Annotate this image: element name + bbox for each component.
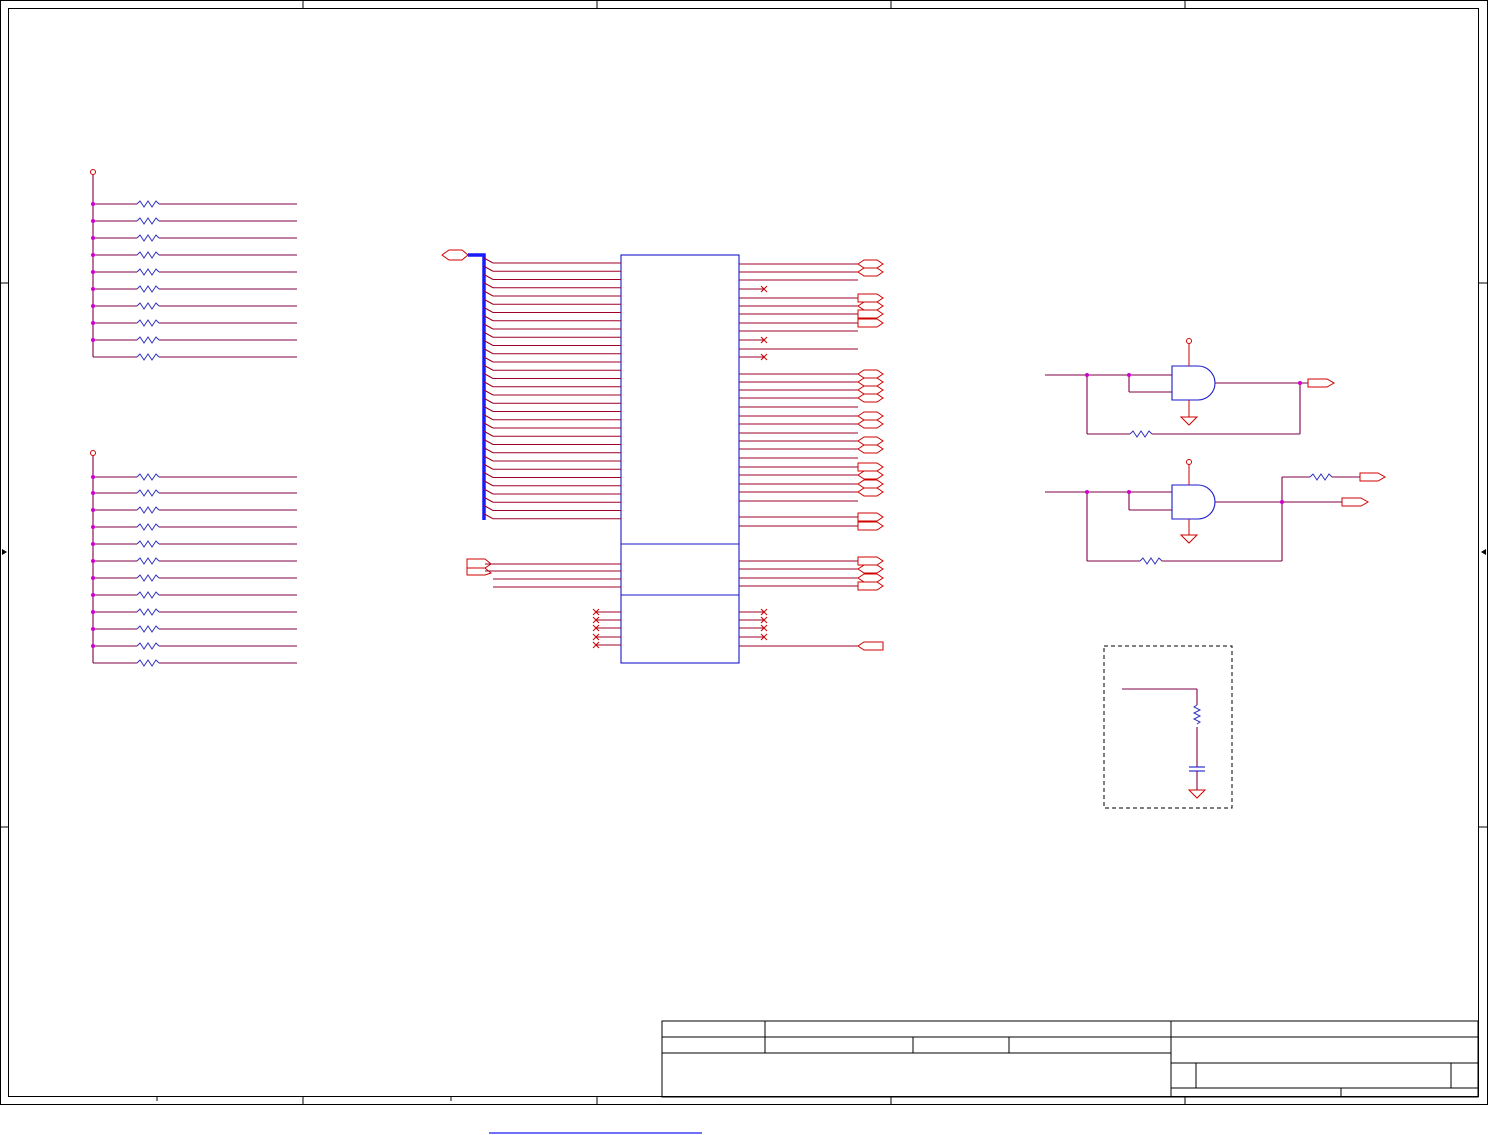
- junction-dot: [91, 525, 95, 529]
- resistor: [136, 608, 160, 616]
- junction-dot: [91, 253, 95, 257]
- off-page-port: [857, 512, 884, 522]
- junction-dot: [91, 475, 95, 479]
- junction-dot: [91, 559, 95, 563]
- junction-dot: [91, 491, 95, 495]
- off-page-port: [857, 318, 884, 328]
- title-block: [661, 1020, 1479, 1098]
- resistor: [136, 659, 160, 667]
- resistor: [136, 217, 160, 225]
- main-ic: [620, 254, 740, 664]
- off-page-port: [857, 521, 884, 531]
- off-page-port: [857, 301, 884, 311]
- resistor: [136, 319, 160, 327]
- off-page-port: [857, 259, 884, 269]
- bus-port: [441, 249, 469, 261]
- off-page-port: [857, 462, 884, 472]
- drawing-frame: [0, 0, 1488, 1105]
- resistor: [136, 642, 160, 650]
- resistor: [136, 285, 160, 293]
- off-page-port: [857, 393, 884, 403]
- resistor: [136, 523, 160, 531]
- junction-dot: [91, 236, 95, 240]
- junction-dot: [91, 287, 95, 291]
- ic-right-pins: [739, 259, 884, 591]
- junction-dot: [91, 270, 95, 274]
- off-page-port: [857, 444, 884, 454]
- off-page-port: [857, 293, 884, 303]
- off-page-port: [857, 369, 884, 379]
- resistor: [136, 489, 160, 497]
- off-page-port: [857, 581, 884, 591]
- ic-lower-pins: [592, 608, 884, 651]
- resistor: [136, 200, 160, 208]
- resistor: [136, 591, 160, 599]
- junction-dot: [91, 610, 95, 614]
- off-page-port: [857, 377, 884, 387]
- junction-dot: [91, 338, 95, 342]
- off-page-port: [857, 479, 884, 489]
- resistor: [136, 557, 160, 565]
- resistor: [136, 268, 160, 276]
- pullup-resistor-array-1: [90, 169, 297, 361]
- junction-dot: [91, 508, 95, 512]
- resistor: [136, 625, 160, 633]
- off-page-port: [857, 487, 884, 497]
- junction-dot: [91, 219, 95, 223]
- off-page-port: [857, 470, 884, 480]
- off-page-port: [857, 556, 884, 566]
- off-page-port: [857, 419, 884, 429]
- resistor: [136, 540, 160, 548]
- rc-filter-block: [1103, 645, 1233, 809]
- resistor: [136, 336, 160, 344]
- power-pin-icon: [90, 450, 96, 456]
- resistor: [136, 234, 160, 242]
- resistor: [136, 353, 160, 361]
- address-data-bus: [441, 249, 486, 520]
- pullup-resistor-array-2: [90, 450, 297, 667]
- junction-dot: [91, 304, 95, 308]
- junction-dot: [91, 542, 95, 546]
- junction-dot: [91, 593, 95, 597]
- off-page-port: [857, 564, 884, 574]
- ic-lower-left-inputs: [466, 558, 621, 588]
- resistor: [136, 473, 160, 481]
- off-page-port: [857, 309, 884, 319]
- resistor: [136, 302, 160, 310]
- resistor: [136, 251, 160, 259]
- bus-entries: [483, 257, 621, 520]
- off-page-port: [857, 641, 884, 651]
- reset-gate-circuit-1: [1045, 338, 1336, 438]
- junction-dot: [91, 627, 95, 631]
- junction-dot: [91, 576, 95, 580]
- reset-gate-circuit-2: [1045, 459, 1387, 565]
- off-page-port: [857, 411, 884, 421]
- junction-dot: [91, 321, 95, 325]
- schematic-sheet: [0, 0, 1488, 1134]
- junction-dot: [91, 202, 95, 206]
- resistor: [136, 574, 160, 582]
- off-page-port: [857, 385, 884, 395]
- power-pin-icon: [90, 169, 96, 175]
- off-page-port: [857, 267, 884, 277]
- off-page-port: [857, 436, 884, 446]
- off-page-port: [857, 573, 884, 583]
- resistor: [136, 506, 160, 514]
- junction-dot: [91, 644, 95, 648]
